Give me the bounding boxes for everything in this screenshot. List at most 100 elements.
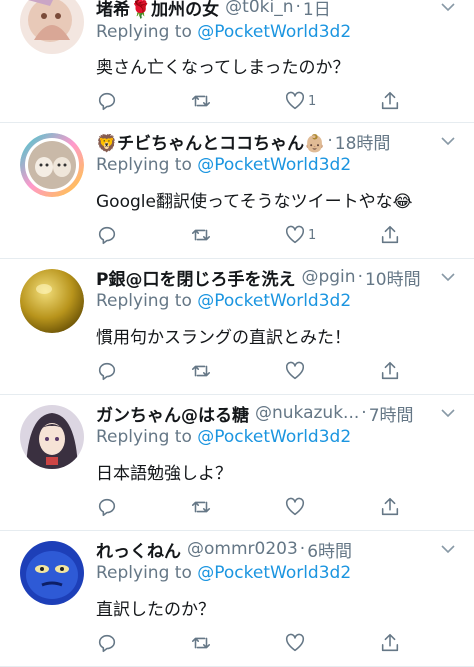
share-button[interactable] — [379, 631, 401, 655]
like-count: 1 — [308, 227, 317, 243]
like-count: 1 — [308, 93, 317, 109]
replying-to: Replying to @PocketWorld3d2 — [96, 291, 351, 311]
retweet-icon — [191, 95, 211, 107]
avatar[interactable] — [20, 405, 84, 469]
share-button[interactable] — [379, 89, 401, 113]
separator-dot: · — [357, 267, 363, 287]
like-button[interactable] — [284, 631, 306, 655]
user-handle[interactable]: @pgin — [301, 267, 355, 287]
separator-dot: · — [327, 131, 333, 151]
avatar[interactable] — [20, 133, 84, 197]
tweet[interactable]: れっくねん @ommr0203 · 6時間 Replying to @Pocke… — [0, 531, 474, 667]
share-icon — [381, 91, 399, 110]
tweet-text: 日本語勉強しよ？ — [96, 464, 232, 484]
reply-icon — [98, 362, 116, 381]
retweet-button[interactable] — [190, 89, 212, 113]
replying-to: Replying to @PocketWorld3d2 — [96, 427, 351, 447]
separator-dot: · — [299, 539, 306, 559]
tweet-actions — [96, 631, 426, 655]
share-button[interactable] — [379, 223, 401, 247]
replying-to: Replying to @PocketWorld3d2 — [96, 155, 351, 175]
chevron-down-icon[interactable] — [440, 541, 456, 557]
heart-icon — [285, 633, 305, 652]
replying-to-label: Replying to — [96, 427, 192, 447]
tweet-actions — [96, 495, 426, 519]
like-button[interactable] — [284, 359, 306, 383]
mention-link[interactable]: @PocketWorld3d2 — [197, 563, 351, 583]
share-icon — [381, 633, 399, 652]
user-handle[interactable]: @ommr0203 — [187, 539, 298, 559]
avatar[interactable] — [20, 269, 84, 333]
replying-to-label: Replying to — [96, 563, 192, 583]
mention-link[interactable]: @PocketWorld3d2 — [197, 155, 351, 175]
chevron-down-icon[interactable] — [440, 0, 456, 15]
replying-to-label: Replying to — [96, 155, 192, 175]
replying-to: Replying to @PocketWorld3d2 — [96, 563, 351, 583]
heart-icon — [285, 225, 305, 244]
tweet-header: P銀@口を閉じろ手を洗え @pgin · 10時間 — [96, 263, 438, 291]
retweet-button[interactable] — [190, 631, 212, 655]
share-icon — [381, 497, 399, 516]
reply-button[interactable] — [96, 631, 118, 655]
reply-feed: 堵希🌹加州の女 @t0ki_n · 1日 Replying to @Pocket… — [0, 0, 474, 667]
like-button[interactable]: 1 — [284, 89, 316, 113]
mention-link[interactable]: @PocketWorld3d2 — [197, 427, 351, 447]
reply-icon — [98, 498, 116, 517]
retweet-button[interactable] — [190, 223, 212, 247]
timestamp[interactable]: 18時間 — [335, 129, 391, 154]
display-name[interactable]: P銀@口を閉じろ手を洗え — [96, 265, 295, 290]
reply-icon — [98, 634, 116, 653]
timestamp[interactable]: 10時間 — [365, 265, 421, 290]
retweet-icon — [191, 637, 211, 649]
share-button[interactable] — [379, 495, 401, 519]
avatar[interactable] — [20, 541, 84, 605]
mention-link[interactable]: @PocketWorld3d2 — [197, 291, 351, 311]
tweet[interactable]: ガンちゃん@はる糖 @nukazuk... · 7時間 Replying to … — [0, 395, 474, 531]
display-name[interactable]: れっくねん — [96, 537, 181, 562]
tweet-text: 奥さん亡くなってしまったのか？ — [96, 58, 350, 78]
like-button[interactable] — [284, 495, 306, 519]
mention-link[interactable]: @PocketWorld3d2 — [197, 22, 351, 42]
tweet-header: 🦁チビちゃんとココちゃん👶🏼 · 18時間 — [96, 127, 438, 155]
reply-button[interactable] — [96, 223, 118, 247]
display-name[interactable]: 🦁チビちゃんとココちゃん👶🏼 — [96, 129, 325, 154]
reply-button[interactable] — [96, 495, 118, 519]
chevron-down-icon[interactable] — [440, 269, 456, 285]
display-name[interactable]: ガンちゃん@はる糖 — [96, 401, 249, 426]
user-handle[interactable]: @nukazuk... — [255, 403, 359, 423]
chevron-down-icon[interactable] — [440, 133, 456, 149]
retweet-icon — [191, 229, 211, 241]
retweet-icon — [191, 501, 211, 513]
retweet-icon — [191, 365, 211, 377]
tweet-actions: 1 — [96, 89, 426, 113]
replying-to-label: Replying to — [96, 22, 192, 42]
replying-to-label: Replying to — [96, 291, 192, 311]
share-icon — [381, 361, 399, 380]
like-button[interactable]: 1 — [284, 223, 316, 247]
avatar[interactable] — [20, 0, 84, 54]
share-icon — [381, 225, 399, 244]
tweet-text: 直訳したのか？ — [96, 600, 215, 620]
reply-icon — [98, 92, 116, 111]
heart-icon — [285, 91, 305, 110]
timestamp[interactable]: 6時間 — [307, 537, 352, 562]
tweet[interactable]: P銀@口を閉じろ手を洗え @pgin · 10時間 Replying to @P… — [0, 259, 474, 395]
timestamp[interactable]: 7時間 — [369, 401, 414, 426]
share-button[interactable] — [379, 359, 401, 383]
display-name[interactable]: 堵希🌹加州の女 — [96, 0, 219, 20]
tweet-text: 慣用句かスラングの直訳とみた！ — [96, 328, 351, 348]
timestamp[interactable]: 1日 — [303, 0, 331, 20]
retweet-button[interactable] — [190, 495, 212, 519]
chevron-down-icon[interactable] — [440, 405, 456, 421]
reply-button[interactable] — [96, 359, 118, 383]
tweet-actions — [96, 359, 426, 383]
tweet[interactable]: 🦁チビちゃんとココちゃん👶🏼 · 18時間 Replying to @Pocke… — [0, 123, 474, 259]
heart-icon — [285, 497, 305, 516]
retweet-button[interactable] — [190, 359, 212, 383]
user-handle[interactable]: @t0ki_n — [225, 0, 293, 17]
reply-icon — [98, 226, 116, 245]
tweet-header: ガンちゃん@はる糖 @nukazuk... · 7時間 — [96, 399, 438, 427]
tweet[interactable]: 堵希🌹加州の女 @t0ki_n · 1日 Replying to @Pocket… — [0, 0, 474, 123]
reply-button[interactable] — [96, 89, 118, 113]
tweet-header: れっくねん @ommr0203 · 6時間 — [96, 535, 438, 563]
